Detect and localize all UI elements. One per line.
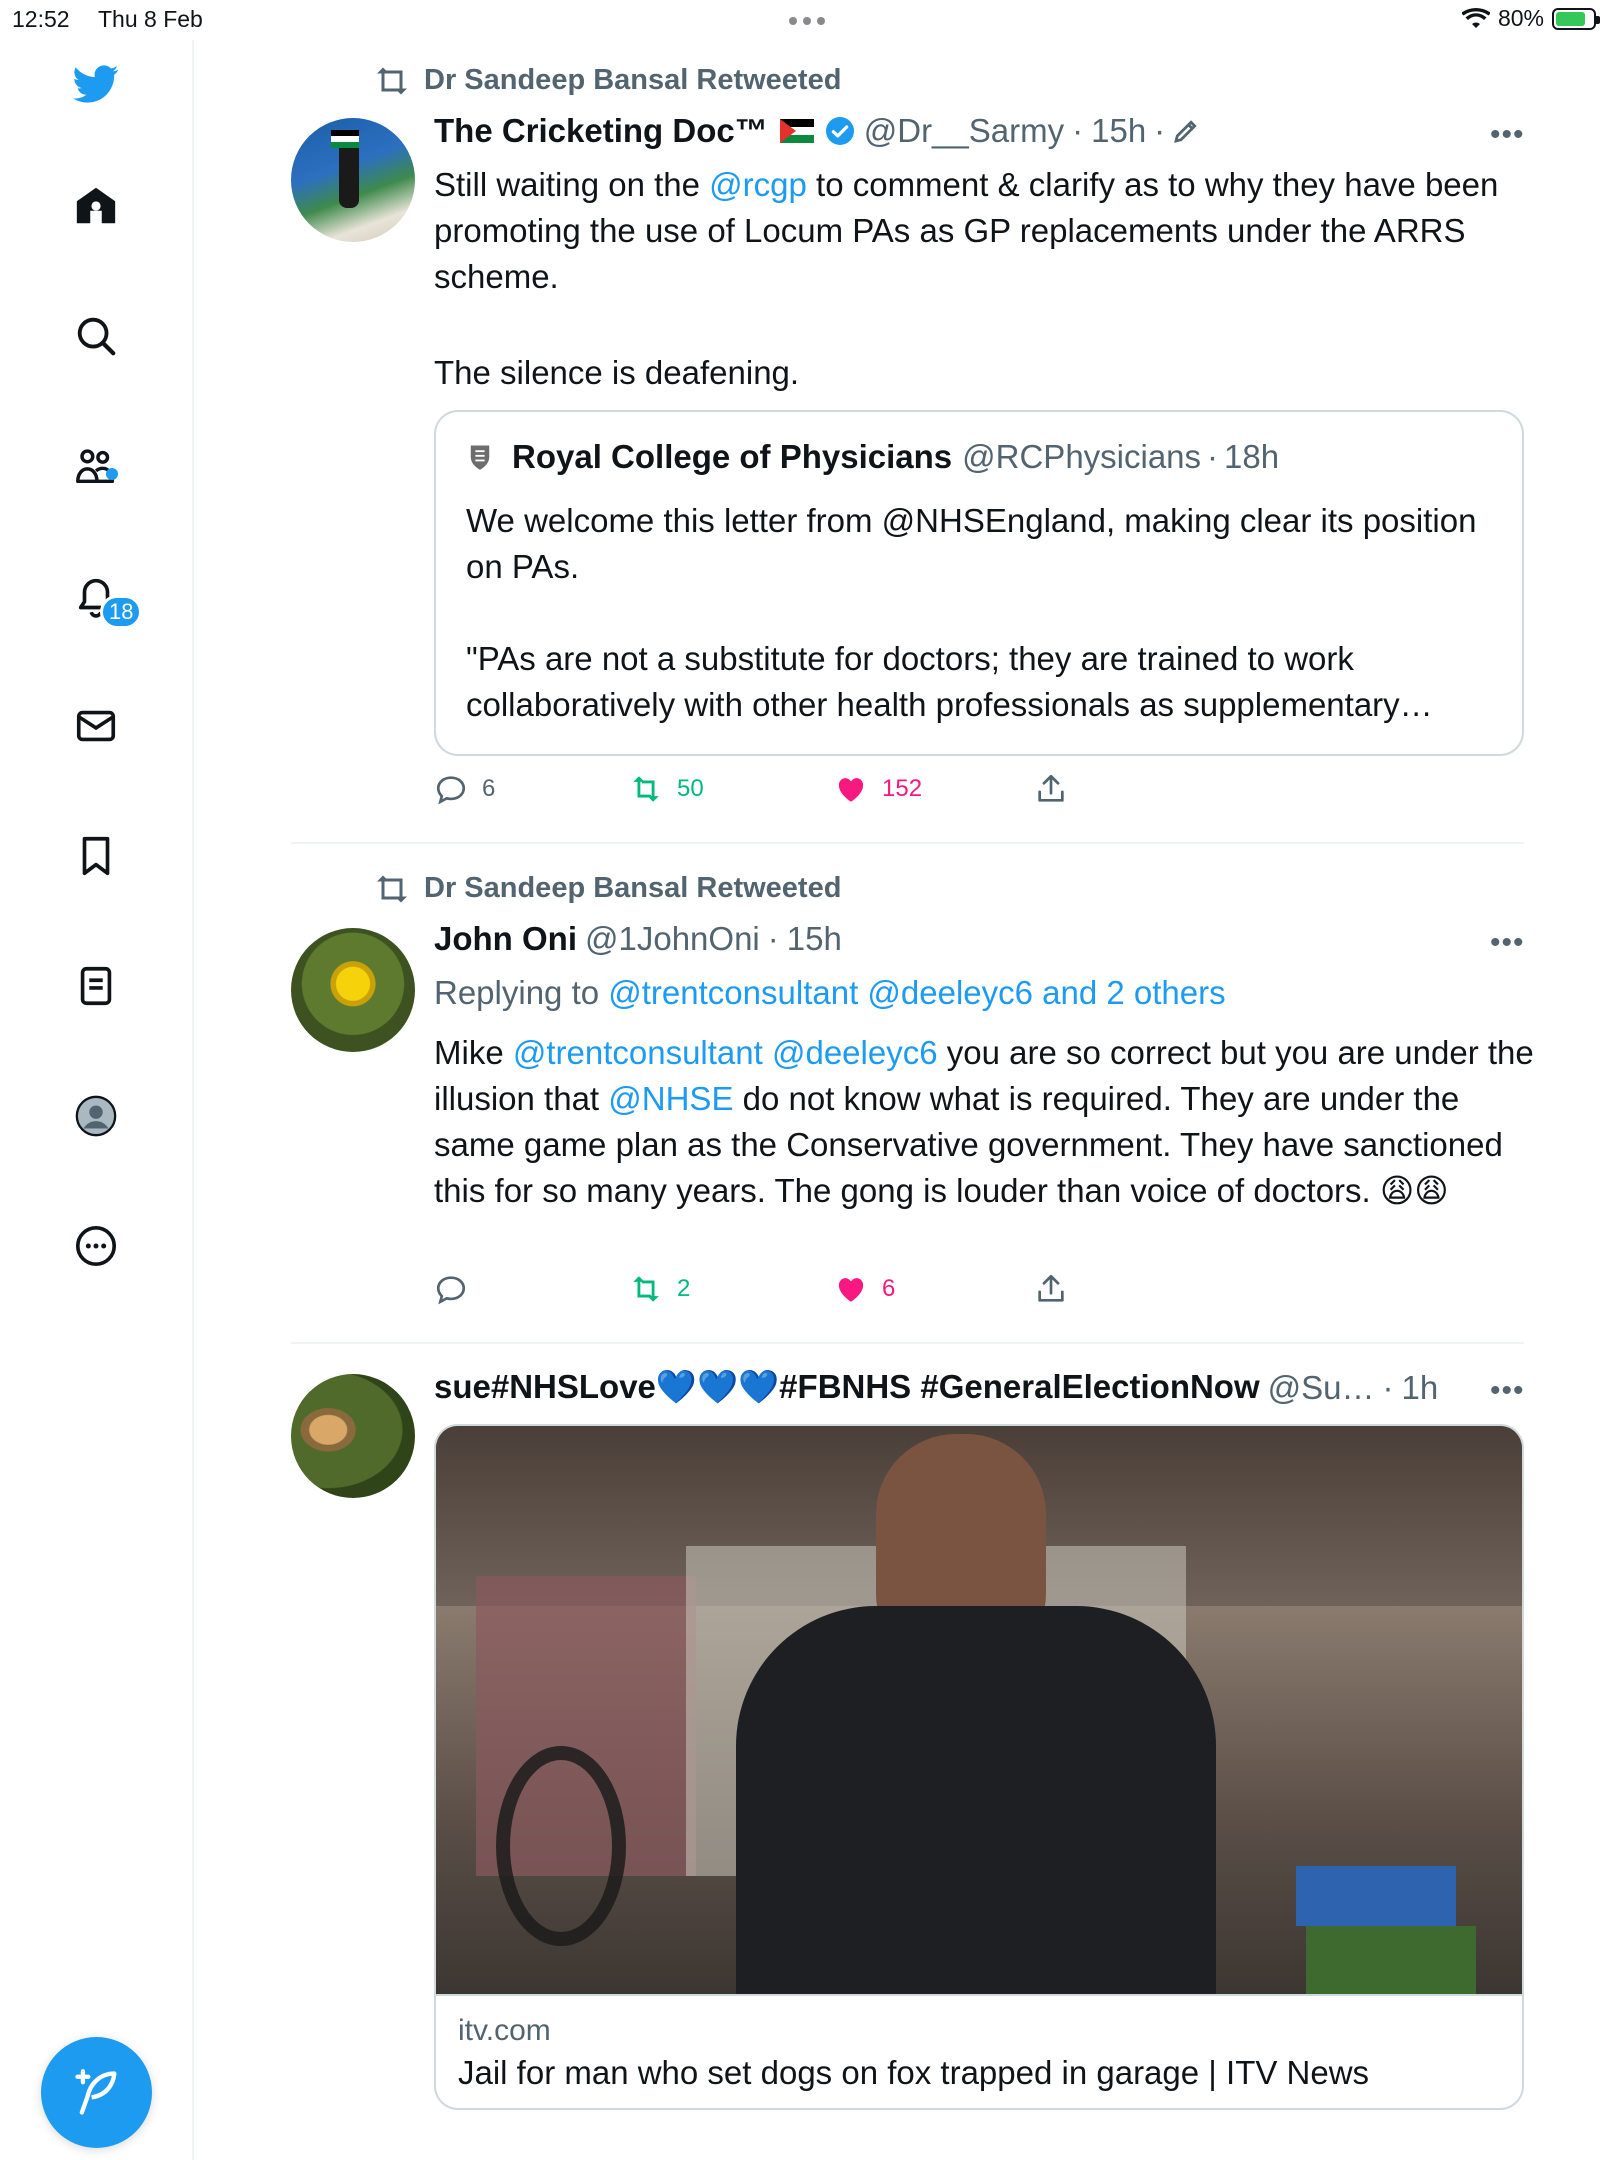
timestamp[interactable]: 15h [1091,112,1146,150]
quote-display-name: Royal College of Physicians [512,438,953,475]
display-name[interactable]: The Cricketing Doc™ [434,112,768,150]
twitter-logo-icon[interactable] [72,60,120,108]
heart-icon [838,1278,864,1302]
avatar[interactable] [291,118,415,242]
link-card[interactable]: itv.com Jail for man who set dogs on fox… [434,1424,1524,2110]
sidebar: 18 [0,40,194,2160]
link-card-image [436,1426,1522,1994]
replying-to: Replying to @trentconsultant @deeleyc6 a… [434,974,1226,1011]
battery-icon [1552,7,1600,30]
retweet-button[interactable]: 50 [629,772,704,806]
retweet-icon [633,776,659,802]
avatar[interactable] [291,1374,415,1498]
status-bar: 12:52 Thu 8 Feb 80% [0,0,1620,40]
multitask-dots[interactable] [789,17,825,25]
reply-icon [436,1276,466,1305]
replying-to-link[interactable]: @trentconsultant @deeleyc6 and 2 others [608,974,1225,1011]
display-name[interactable]: sue#NHSLove💙💙💙#FBNHS #GeneralElectionNow [434,1368,1260,1407]
quote-header: Royal College of Physicians @RCPhysician… [466,438,1279,476]
timestamp[interactable]: 1h [1402,1369,1439,1407]
quote-timestamp: 18h [1224,438,1280,475]
retweet-icon [633,1276,659,1302]
more-circle-icon[interactable] [72,1222,120,1270]
retweet-icon [377,67,407,94]
tweet-header: The Cricketing Doc™ @Dr__Sarmy · 15h · [434,112,1201,150]
tweet-header: John Oni @1JohnOni · 15h [434,920,842,958]
home-icon[interactable] [72,182,120,230]
link-card-caption: itv.com Jail for man who set dogs on fox… [436,1994,1522,2108]
tweet-actions: 2 6 [434,1272,1134,1312]
edited-icon [1174,120,1197,143]
communities-dot-badge [106,468,118,480]
handle[interactable]: @Su… [1268,1369,1375,1407]
heart-icon [838,778,864,802]
flag-icon [779,119,814,143]
more-options-icon[interactable]: ••• [1490,926,1525,960]
rcp-logo-icon [470,445,490,470]
status-time: 12:52 [12,6,70,32]
mail-icon[interactable] [72,702,120,750]
battery-percent: 80% [1497,5,1544,31]
divider [291,1342,1524,1344]
more-options-icon[interactable]: ••• [1490,1374,1525,1408]
divider [291,842,1524,844]
tweet-actions: 6 50 152 [434,772,1134,812]
search-icon[interactable] [72,312,120,360]
mention-link[interactable]: @NHSE [608,1080,733,1117]
compose-icon [74,2068,116,2115]
share-icon [1038,1274,1064,1302]
link-card-domain: itv.com [458,2014,551,2047]
tweet-text: Mike @trentconsultant @deeleyc6 you are … [434,1034,1534,1209]
bookmark-icon[interactable] [72,832,120,880]
share-button[interactable] [1034,772,1068,806]
quote-handle: @RCPhysicians [962,438,1202,475]
share-button[interactable] [1034,1272,1068,1306]
reply-button[interactable] [434,1272,482,1306]
handle[interactable]: @Dr__Sarmy [864,112,1064,150]
avatar[interactable] [291,928,415,1052]
like-button[interactable]: 6 [834,1272,895,1306]
profile-icon[interactable] [72,1092,120,1140]
timestamp[interactable]: 15h [787,920,842,958]
mention-link[interactable]: @trentconsultant @deeleyc6 [513,1034,938,1071]
handle[interactable]: @1JohnOni [585,920,760,958]
tweet-header: sue#NHSLove💙💙💙#FBNHS #GeneralElectionNow… [434,1368,1439,1407]
retweet-button[interactable]: 2 [629,1272,690,1306]
reply-icon [436,776,466,805]
retweet-context: Dr Sandeep Bansal Retweeted [374,64,841,97]
compose-button[interactable] [41,2037,152,2148]
mention-link[interactable]: @rcgp [709,166,807,203]
verified-icon [825,117,854,145]
status-date: Thu 8 Feb [98,6,203,32]
reply-button[interactable]: 6 [434,772,495,806]
quoted-tweet[interactable]: Royal College of Physicians @RCPhysician… [434,410,1524,756]
display-name[interactable]: John Oni [434,920,577,958]
share-icon [1038,774,1064,802]
tweet-text-line2: The silence is deafening. [434,354,800,391]
link-card-title: Jail for man who set dogs on fox trapped… [458,2054,1370,2091]
communities-icon[interactable] [72,442,120,490]
more-options-icon[interactable]: ••• [1490,118,1525,152]
wifi-icon [1461,7,1490,28]
tweet-text: Still waiting on the @rcgp to comment & … [434,166,1499,295]
retweet-context: Dr Sandeep Bansal Retweeted [374,872,841,905]
notifications-badge: 18 [100,595,143,629]
lists-icon[interactable] [72,962,120,1010]
quote-text: We welcome this letter from @NHSEngland,… [466,502,1477,723]
retweet-icon [377,875,407,902]
like-button[interactable]: 152 [834,772,922,806]
